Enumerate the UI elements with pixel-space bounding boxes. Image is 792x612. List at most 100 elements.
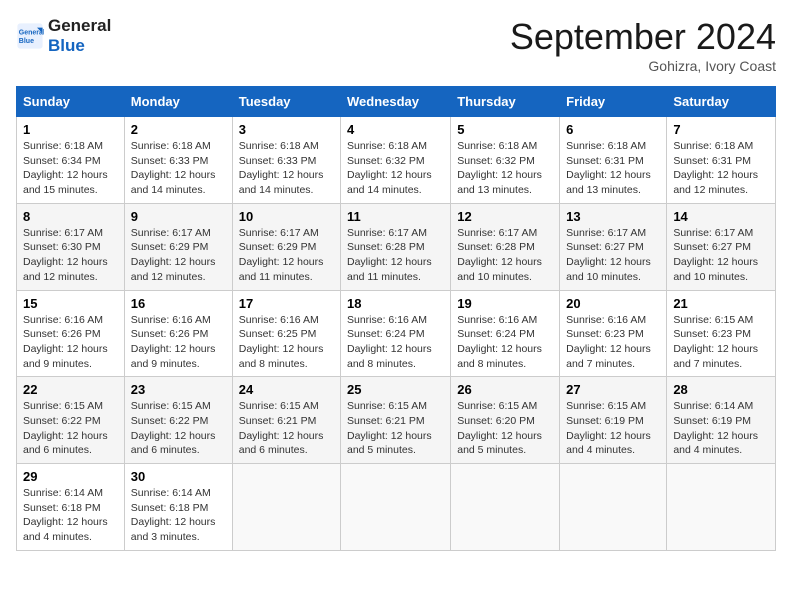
day-info: Sunrise: 6:14 AMSunset: 6:18 PMDaylight:… — [131, 486, 226, 545]
day-info: Sunrise: 6:15 AMSunset: 6:22 PMDaylight:… — [23, 399, 118, 458]
calendar-cell — [667, 464, 776, 551]
calendar-cell: 13 Sunrise: 6:17 AMSunset: 6:27 PMDayligh… — [560, 203, 667, 290]
day-of-week-header: Wednesday — [341, 87, 451, 117]
calendar-cell: 2 Sunrise: 6:18 AMSunset: 6:33 PMDaylight… — [124, 117, 232, 204]
calendar-week-row: 29 Sunrise: 6:14 AMSunset: 6:18 PMDayligh… — [17, 464, 776, 551]
day-of-week-header: Monday — [124, 87, 232, 117]
day-info: Sunrise: 6:18 AMSunset: 6:31 PMDaylight:… — [673, 139, 769, 198]
day-info: Sunrise: 6:18 AMSunset: 6:32 PMDaylight:… — [347, 139, 444, 198]
day-info: Sunrise: 6:17 AMSunset: 6:27 PMDaylight:… — [673, 226, 769, 285]
day-number: 29 — [23, 469, 118, 484]
calendar-cell: 5 Sunrise: 6:18 AMSunset: 6:32 PMDaylight… — [451, 117, 560, 204]
day-number: 4 — [347, 122, 444, 137]
calendar-cell: 8 Sunrise: 6:17 AMSunset: 6:30 PMDaylight… — [17, 203, 125, 290]
day-info: Sunrise: 6:18 AMSunset: 6:31 PMDaylight:… — [566, 139, 660, 198]
day-number: 8 — [23, 209, 118, 224]
day-info: Sunrise: 6:17 AMSunset: 6:27 PMDaylight:… — [566, 226, 660, 285]
day-info: Sunrise: 6:16 AMSunset: 6:23 PMDaylight:… — [566, 313, 660, 372]
logo-icon: General Blue — [16, 22, 44, 50]
day-number: 24 — [239, 382, 334, 397]
day-number: 17 — [239, 296, 334, 311]
calendar-week-row: 8 Sunrise: 6:17 AMSunset: 6:30 PMDaylight… — [17, 203, 776, 290]
calendar-cell: 27 Sunrise: 6:15 AMSunset: 6:19 PMDayligh… — [560, 377, 667, 464]
day-info: Sunrise: 6:16 AMSunset: 6:25 PMDaylight:… — [239, 313, 334, 372]
day-number: 7 — [673, 122, 769, 137]
calendar-cell: 7 Sunrise: 6:18 AMSunset: 6:31 PMDaylight… — [667, 117, 776, 204]
calendar-cell — [451, 464, 560, 551]
calendar-cell — [341, 464, 451, 551]
day-info: Sunrise: 6:14 AMSunset: 6:19 PMDaylight:… — [673, 399, 769, 458]
svg-text:Blue: Blue — [19, 38, 34, 45]
day-info: Sunrise: 6:15 AMSunset: 6:23 PMDaylight:… — [673, 313, 769, 372]
day-info: Sunrise: 6:18 AMSunset: 6:34 PMDaylight:… — [23, 139, 118, 198]
day-info: Sunrise: 6:18 AMSunset: 6:33 PMDaylight:… — [239, 139, 334, 198]
day-number: 16 — [131, 296, 226, 311]
calendar-week-row: 22 Sunrise: 6:15 AMSunset: 6:22 PMDayligh… — [17, 377, 776, 464]
day-of-week-header: Tuesday — [232, 87, 340, 117]
calendar-cell: 17 Sunrise: 6:16 AMSunset: 6:25 PMDayligh… — [232, 290, 340, 377]
day-of-week-header: Thursday — [451, 87, 560, 117]
day-number: 27 — [566, 382, 660, 397]
day-info: Sunrise: 6:17 AMSunset: 6:29 PMDaylight:… — [131, 226, 226, 285]
day-number: 25 — [347, 382, 444, 397]
day-info: Sunrise: 6:15 AMSunset: 6:19 PMDaylight:… — [566, 399, 660, 458]
day-number: 14 — [673, 209, 769, 224]
calendar-cell: 6Sunrise: 6:18 AMSunset: 6:31 PMDaylight… — [560, 117, 667, 204]
calendar-cell: 19 Sunrise: 6:16 AMSunset: 6:24 PMDayligh… — [451, 290, 560, 377]
calendar-cell: 3Sunrise: 6:18 AMSunset: 6:33 PMDaylight… — [232, 117, 340, 204]
calendar-cell: 9 Sunrise: 6:17 AMSunset: 6:29 PMDaylight… — [124, 203, 232, 290]
day-number: 26 — [457, 382, 553, 397]
day-number: 1 — [23, 122, 118, 137]
calendar-cell: 1 Sunrise: 6:18 AMSunset: 6:34 PMDaylight… — [17, 117, 125, 204]
day-info: Sunrise: 6:18 AMSunset: 6:33 PMDaylight:… — [131, 139, 226, 198]
day-number: 18 — [347, 296, 444, 311]
calendar-cell: 21Sunrise: 6:15 AMSunset: 6:23 PMDayligh… — [667, 290, 776, 377]
location: Gohizra, Ivory Coast — [510, 58, 776, 74]
calendar-cell: 24Sunrise: 6:15 AMSunset: 6:21 PMDayligh… — [232, 377, 340, 464]
day-info: Sunrise: 6:16 AMSunset: 6:26 PMDaylight:… — [23, 313, 118, 372]
day-info: Sunrise: 6:17 AMSunset: 6:30 PMDaylight:… — [23, 226, 118, 285]
day-info: Sunrise: 6:15 AMSunset: 6:22 PMDaylight:… — [131, 399, 226, 458]
calendar-table: SundayMondayTuesdayWednesdayThursdayFrid… — [16, 86, 776, 551]
day-info: Sunrise: 6:17 AMSunset: 6:28 PMDaylight:… — [457, 226, 553, 285]
day-number: 23 — [131, 382, 226, 397]
calendar-week-row: 15Sunrise: 6:16 AMSunset: 6:26 PMDayligh… — [17, 290, 776, 377]
day-of-week-header: Sunday — [17, 87, 125, 117]
day-info: Sunrise: 6:15 AMSunset: 6:20 PMDaylight:… — [457, 399, 553, 458]
day-number: 20 — [566, 296, 660, 311]
day-info: Sunrise: 6:16 AMSunset: 6:26 PMDaylight:… — [131, 313, 226, 372]
calendar-cell: 16 Sunrise: 6:16 AMSunset: 6:26 PMDayligh… — [124, 290, 232, 377]
day-number: 9 — [131, 209, 226, 224]
calendar-cell: 14 Sunrise: 6:17 AMSunset: 6:27 PMDayligh… — [667, 203, 776, 290]
calendar-cell: 11Sunrise: 6:17 AMSunset: 6:28 PMDayligh… — [341, 203, 451, 290]
calendar-cell: 23 Sunrise: 6:15 AMSunset: 6:22 PMDayligh… — [124, 377, 232, 464]
day-number: 13 — [566, 209, 660, 224]
calendar-week-row: 1 Sunrise: 6:18 AMSunset: 6:34 PMDaylight… — [17, 117, 776, 204]
day-info: Sunrise: 6:18 AMSunset: 6:32 PMDaylight:… — [457, 139, 553, 198]
calendar-cell: 29 Sunrise: 6:14 AMSunset: 6:18 PMDayligh… — [17, 464, 125, 551]
day-info: Sunrise: 6:16 AMSunset: 6:24 PMDaylight:… — [347, 313, 444, 372]
month-title: September 2024 — [510, 16, 776, 58]
calendar-cell: 4 Sunrise: 6:18 AMSunset: 6:32 PMDaylight… — [341, 117, 451, 204]
day-number: 12 — [457, 209, 553, 224]
calendar-header-row: SundayMondayTuesdayWednesdayThursdayFrid… — [17, 87, 776, 117]
day-number: 5 — [457, 122, 553, 137]
calendar-cell: 12 Sunrise: 6:17 AMSunset: 6:28 PMDayligh… — [451, 203, 560, 290]
logo: General Blue General Blue — [16, 16, 111, 57]
day-info: Sunrise: 6:17 AMSunset: 6:28 PMDaylight:… — [347, 226, 444, 285]
calendar-cell: 15Sunrise: 6:16 AMSunset: 6:26 PMDayligh… — [17, 290, 125, 377]
day-number: 22 — [23, 382, 118, 397]
day-number: 2 — [131, 122, 226, 137]
day-info: Sunrise: 6:14 AMSunset: 6:18 PMDaylight:… — [23, 486, 118, 545]
logo-text-general: General — [48, 16, 111, 36]
calendar-cell: 10Sunrise: 6:17 AMSunset: 6:29 PMDayligh… — [232, 203, 340, 290]
calendar-cell — [232, 464, 340, 551]
day-number: 19 — [457, 296, 553, 311]
logo-text-blue: Blue — [48, 36, 111, 56]
calendar-cell: 25Sunrise: 6:15 AMSunset: 6:21 PMDayligh… — [341, 377, 451, 464]
day-number: 10 — [239, 209, 334, 224]
calendar-cell: 30 Sunrise: 6:14 AMSunset: 6:18 PMDayligh… — [124, 464, 232, 551]
day-info: Sunrise: 6:16 AMSunset: 6:24 PMDaylight:… — [457, 313, 553, 372]
day-number: 30 — [131, 469, 226, 484]
calendar-cell — [560, 464, 667, 551]
